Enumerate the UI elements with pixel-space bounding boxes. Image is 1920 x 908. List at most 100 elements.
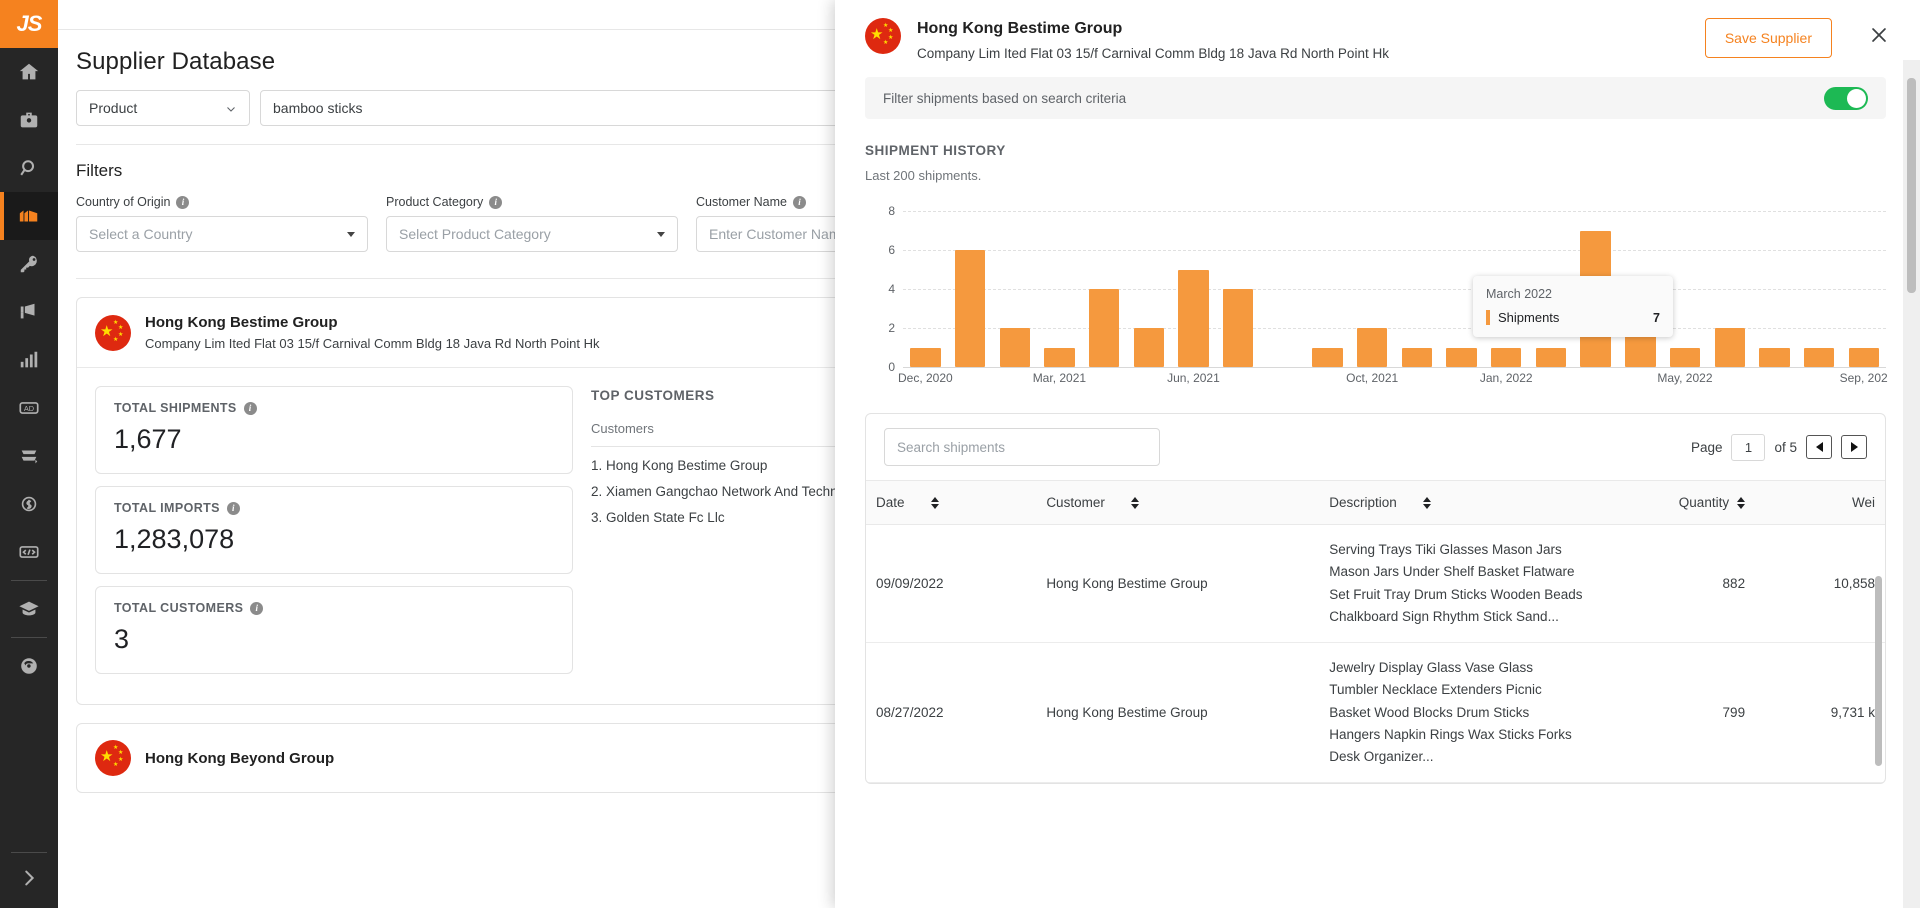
sidebar-item-tools[interactable] [0,96,58,144]
rail-expand-button[interactable] [0,852,58,908]
chart-bar-cell[interactable] [1707,211,1752,367]
chart-bar[interactable] [1088,289,1120,367]
chart-bar-cell[interactable] [1261,211,1306,367]
chart-bar-cell[interactable] [1752,211,1797,367]
chart-bar[interactable] [954,250,986,367]
chart-bar[interactable] [1133,328,1164,367]
app-logo[interactable]: JS [0,0,58,48]
chart-bar-cell[interactable] [1350,211,1395,367]
column-header-date[interactable]: Date [866,481,1036,525]
chart-bar[interactable] [1222,289,1254,367]
filter-label-category-text: Product Category [386,195,484,209]
chart-bar-cell[interactable] [1037,211,1082,367]
chart-bars [903,211,1886,367]
chart-bar-cell[interactable] [992,211,1037,367]
info-icon[interactable]: i [226,501,240,515]
chart-bar[interactable] [1848,347,1879,367]
search-shipments-input[interactable]: Search shipments [884,428,1160,466]
info-icon[interactable]: i [250,601,264,615]
chart-bar[interactable] [1044,347,1075,367]
chart-bar-cell[interactable] [1797,211,1842,367]
chart-bar-cell[interactable] [1305,211,1350,367]
info-icon[interactable]: i [489,195,503,209]
chart-bar[interactable] [1759,347,1790,367]
chart-bar-cell[interactable] [1082,211,1127,367]
sidebar-item-supplier-database[interactable] [0,192,58,240]
table-scrollbar[interactable] [1875,576,1882,766]
filter-shipments-toggle-row: Filter shipments based on search criteri… [865,77,1886,119]
sort-icon [1737,496,1746,509]
table-row[interactable]: 09/09/2022 Hong Kong Bestime Group Serving… [866,524,1885,644]
sidebar-item-keywords[interactable] [0,240,58,288]
sidebar-item-home[interactable] [0,48,58,96]
filter-shipments-toggle[interactable] [1824,86,1868,110]
next-page-button[interactable] [1841,435,1867,459]
column-header-customer[interactable]: Customer [1036,481,1319,525]
chart-tooltip-row: Shipments 7 [1486,310,1660,325]
save-supplier-button[interactable]: Save Supplier [1704,18,1832,58]
filter-label-customer-text: Customer Name [696,195,787,209]
info-icon[interactable]: i [176,195,190,209]
table-header-row: Date Customer Description Quantity Wei [866,480,1885,525]
sidebar-item-developer[interactable] [0,528,58,576]
column-header-weight[interactable]: Wei [1755,481,1885,525]
sidebar-item-refunds[interactable] [0,432,58,480]
chart-bar-cell[interactable] [1841,211,1886,367]
y-axis-tick: 2 [888,321,895,335]
chart-bar[interactable] [1535,347,1567,367]
close-drawer-button[interactable] [1864,22,1894,52]
sidebar-item-profits[interactable] [0,480,58,528]
sidebar-item-extension[interactable] [0,642,58,690]
chart-bar[interactable] [1446,347,1477,367]
chevron-right-icon [18,867,40,894]
chart-tooltip-swatch [1486,310,1490,325]
page-scrollbar-thumb[interactable] [1907,78,1916,293]
info-icon[interactable]: i [243,401,257,415]
chart-bar[interactable] [1312,347,1343,367]
product-category-select[interactable]: Select Product Category [386,216,678,252]
chart-bar[interactable] [1714,328,1745,367]
caret-down-icon [657,231,665,237]
stat-label-customers: TOTAL CUSTOMERS i [114,601,554,615]
page-word: Page [1690,439,1723,455]
chart-bar[interactable] [1803,347,1835,367]
chart-plot-area [903,211,1886,368]
search-type-select[interactable]: Product [76,90,250,126]
column-header-description[interactable]: Description [1319,481,1593,525]
column-header-quantity[interactable]: Quantity [1593,481,1755,525]
chart-bar-cell[interactable] [1126,211,1171,367]
chart-bar[interactable] [1669,347,1701,367]
profit-icon [18,493,40,515]
column-header-date-label: Date [876,495,905,510]
sidebar-item-promotions[interactable] [0,288,58,336]
shipment-history-chart[interactable]: 0 2 4 6 8 Dec, 2020 Mar, 2021 Jun, 2021 Oct, 20… [865,204,1887,389]
sidebar-item-advertising[interactable]: AD [0,384,58,432]
country-select[interactable]: Select a Country [76,216,368,252]
chart-bar-cell[interactable] [903,211,948,367]
chart-bar-cell[interactable] [948,211,993,367]
chevron-right-icon [1850,442,1858,452]
search-input-value: bamboo sticks [273,100,363,116]
sidebar-item-search[interactable] [0,144,58,192]
prev-page-button[interactable] [1806,435,1832,459]
chart-bar-cell[interactable] [1216,211,1261,367]
info-icon[interactable]: i [793,195,806,209]
page-number-input[interactable]: 1 [1731,433,1766,461]
x-axis-tick: Oct, 2021 [1346,371,1399,385]
sidebar-item-academy[interactable] [0,585,58,633]
cell-quantity: 882 [1593,524,1756,644]
chart-bar-cell[interactable] [1395,211,1440,367]
chart-bar[interactable] [1357,328,1388,367]
chart-bar[interactable] [1401,347,1433,367]
customer-name-placeholder: Enter Customer Name [709,226,849,242]
supplier-card-address: Company Lim Ited Flat 03 15/f Carnival C… [145,336,600,351]
chart-bar[interactable] [910,347,941,367]
chart-bar-cell[interactable] [1171,211,1216,367]
shipment-history-subtitle: Last 200 shipments. [865,168,982,183]
sidebar-item-analytics[interactable] [0,336,58,384]
chart-bar[interactable] [1178,269,1209,367]
table-row[interactable]: 08/27/2022 Hong Kong Bestime Group Jewelry… [866,642,1885,784]
rail-divider-2 [11,637,47,638]
chart-bar[interactable] [1491,347,1522,367]
chart-bar[interactable] [999,328,1030,367]
